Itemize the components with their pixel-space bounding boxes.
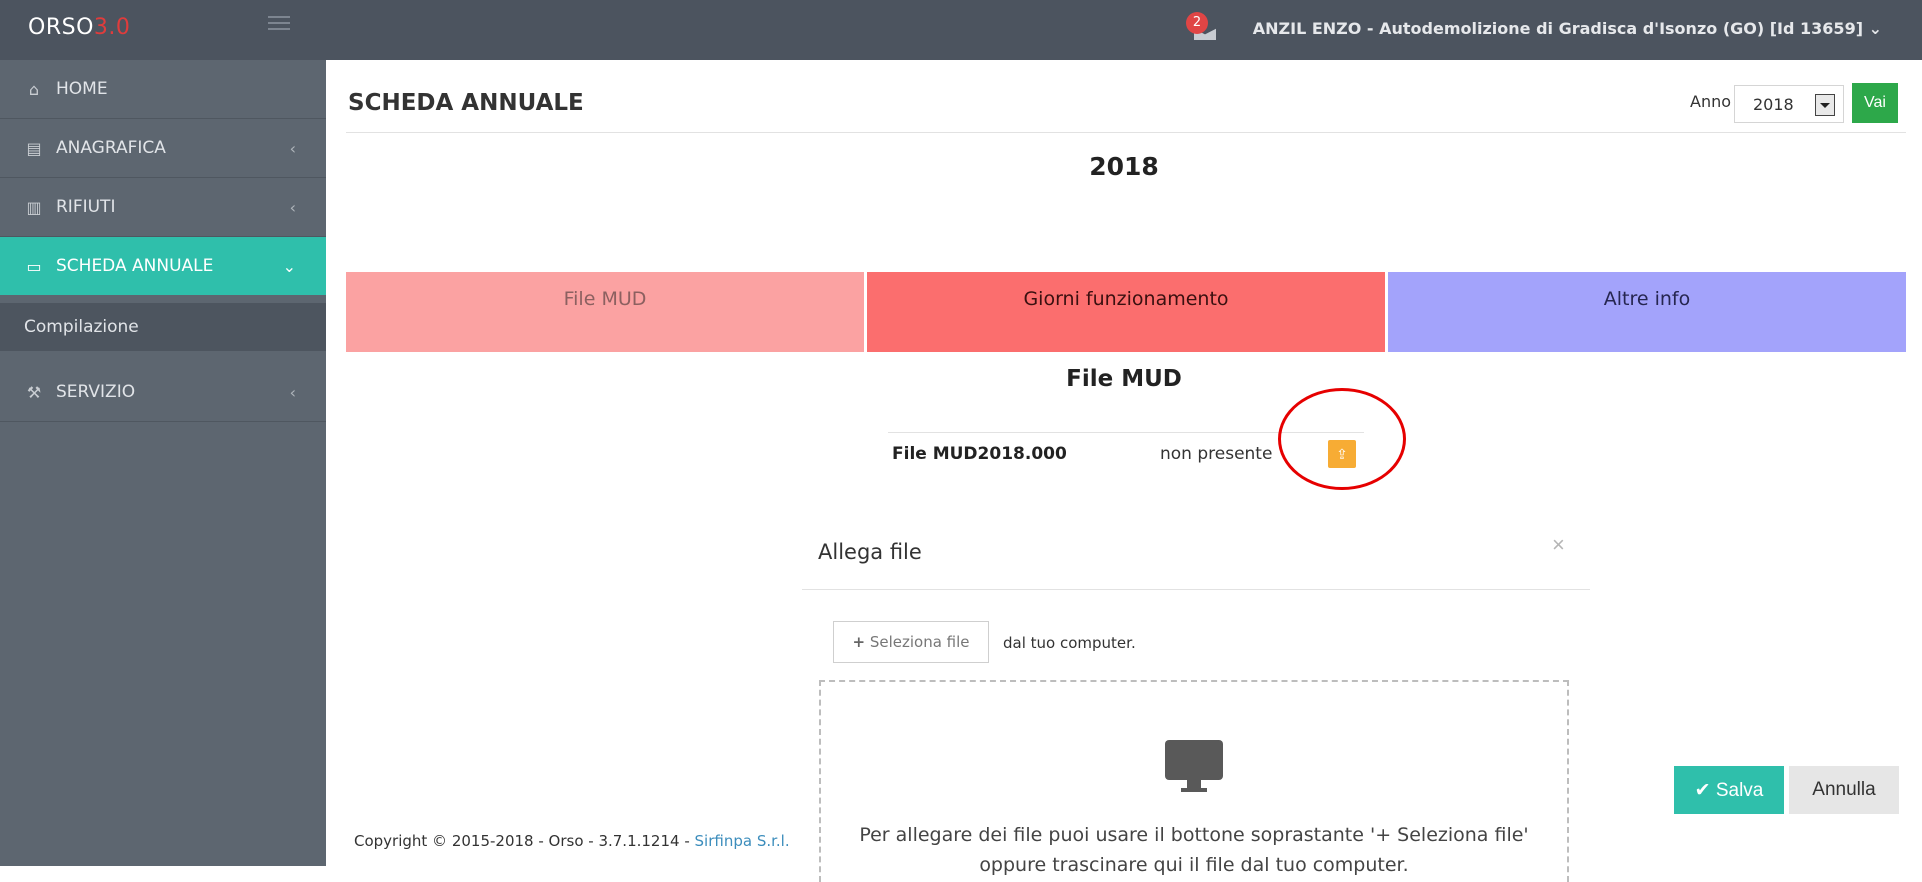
file-status: non presente: [1160, 444, 1273, 464]
user-menu[interactable]: ANZIL ENZO - Autodemolizione di Gradisca…: [1253, 19, 1882, 38]
top-navbar: ORSO3.0 2 ANZIL ENZO - Autodemolizione d…: [0, 0, 1922, 60]
document-icon: ▤: [26, 138, 42, 158]
sidebar-item-rifiuti[interactable]: ▥ RIFIUTI ‹: [0, 178, 326, 237]
annotation-circle: [1278, 388, 1406, 490]
cancel-button[interactable]: Annulla: [1789, 766, 1899, 814]
save-button[interactable]: ✔ Salva: [1674, 766, 1784, 814]
modal-divider: [802, 589, 1590, 590]
tabs: File MUD Giorni funzionamento Altre info: [346, 272, 1906, 352]
user-label: ANZIL ENZO - Autodemolizione di Gradisca…: [1252, 19, 1864, 38]
select-file-suffix: dal tuo computer.: [1003, 634, 1136, 652]
sidebar: ⌂ HOME ▤ ANAGRAFICA ‹ ▥ RIFIUTI ‹ ▭ SCHE…: [0, 60, 326, 866]
sidebar-item-label: SERVIZIO: [56, 382, 136, 402]
chevron-left-icon: ‹: [289, 138, 296, 158]
chevron-down-icon: ⌄: [1868, 19, 1882, 38]
sidebar-item-label: SCHEDA ANNUALE: [56, 256, 214, 276]
sidebar-item-home[interactable]: ⌂ HOME: [0, 60, 326, 119]
sidebar-item-anagrafica[interactable]: ▤ ANAGRAFICA ‹: [0, 119, 326, 178]
section-title: File MUD: [1066, 366, 1182, 392]
chevron-left-icon: ‹: [289, 197, 296, 217]
drop-zone-line-2: oppure trascinare qui il file dal tuo co…: [979, 854, 1409, 876]
anno-value: 2018: [1753, 95, 1794, 114]
title-divider: [346, 132, 1906, 133]
footer-link[interactable]: Sirfinpa S.r.l.: [695, 832, 790, 850]
footer-text: Copyright © 2015-2018 - Orso - 3.7.1.121…: [354, 832, 690, 850]
vai-button[interactable]: Vai: [1852, 83, 1898, 123]
app-logo[interactable]: ORSO3.0: [28, 15, 130, 40]
modal-title: Allega file: [818, 540, 922, 564]
select-file-button[interactable]: + Seleziona file: [833, 621, 989, 663]
trash-icon: ▥: [26, 197, 42, 217]
sidebar-item-label: HOME: [56, 79, 108, 99]
logo-version: 3.0: [93, 15, 131, 40]
notifications-button[interactable]: 2: [1186, 12, 1220, 44]
wrench-icon: ⚒: [26, 382, 42, 402]
sidebar-item-label: ANAGRAFICA: [56, 138, 166, 158]
dropdown-arrow-icon[interactable]: [1815, 94, 1835, 116]
calendar-icon: ▭: [26, 256, 42, 276]
drop-zone-line-1: Per allegare dei file puoi usare il bott…: [859, 824, 1529, 846]
tab-file-mud[interactable]: File MUD: [346, 272, 867, 352]
save-label: Salva: [1715, 779, 1764, 801]
file-label: File MUD2018.000: [892, 444, 1067, 464]
logo-text: ORSO: [28, 15, 94, 40]
chevron-left-icon: ‹: [289, 382, 296, 402]
main-content: SCHEDA ANNUALE Anno 2018 Vai 2018 File M…: [326, 60, 1922, 882]
page-title: SCHEDA ANNUALE: [348, 90, 584, 116]
notification-badge: 2: [1186, 12, 1208, 34]
close-icon[interactable]: ×: [1552, 532, 1565, 558]
check-icon: ✔: [1694, 779, 1711, 801]
tab-giorni-funzionamento[interactable]: Giorni funzionamento: [867, 272, 1388, 352]
anno-label: Anno: [1690, 92, 1732, 111]
drop-zone[interactable]: Per allegare dei file puoi usare il bott…: [819, 680, 1569, 882]
plus-icon: +: [852, 633, 866, 651]
select-file-label: Seleziona file: [869, 633, 970, 651]
tab-altre-info[interactable]: Altre info: [1388, 272, 1906, 352]
anno-select[interactable]: 2018: [1734, 85, 1844, 123]
drop-zone-text: Per allegare dei file puoi usare il bott…: [821, 820, 1567, 880]
home-icon: ⌂: [28, 79, 40, 99]
year-heading: 2018: [1089, 152, 1159, 181]
sidebar-subitem-label: Compilazione: [24, 317, 139, 337]
sidebar-item-servizio[interactable]: ⚒ SERVIZIO ‹: [0, 363, 326, 422]
chevron-down-icon: ⌄: [282, 256, 296, 276]
hamburger-menu-icon[interactable]: [268, 16, 290, 36]
footer: Copyright © 2015-2018 - Orso - 3.7.1.121…: [354, 832, 790, 850]
sidebar-subitem-compilazione[interactable]: Compilazione: [0, 303, 326, 363]
sidebar-item-scheda-annuale[interactable]: ▭ SCHEDA ANNUALE ⌄: [0, 237, 326, 295]
monitor-icon: [1165, 740, 1223, 792]
sidebar-item-label: RIFIUTI: [56, 197, 116, 217]
